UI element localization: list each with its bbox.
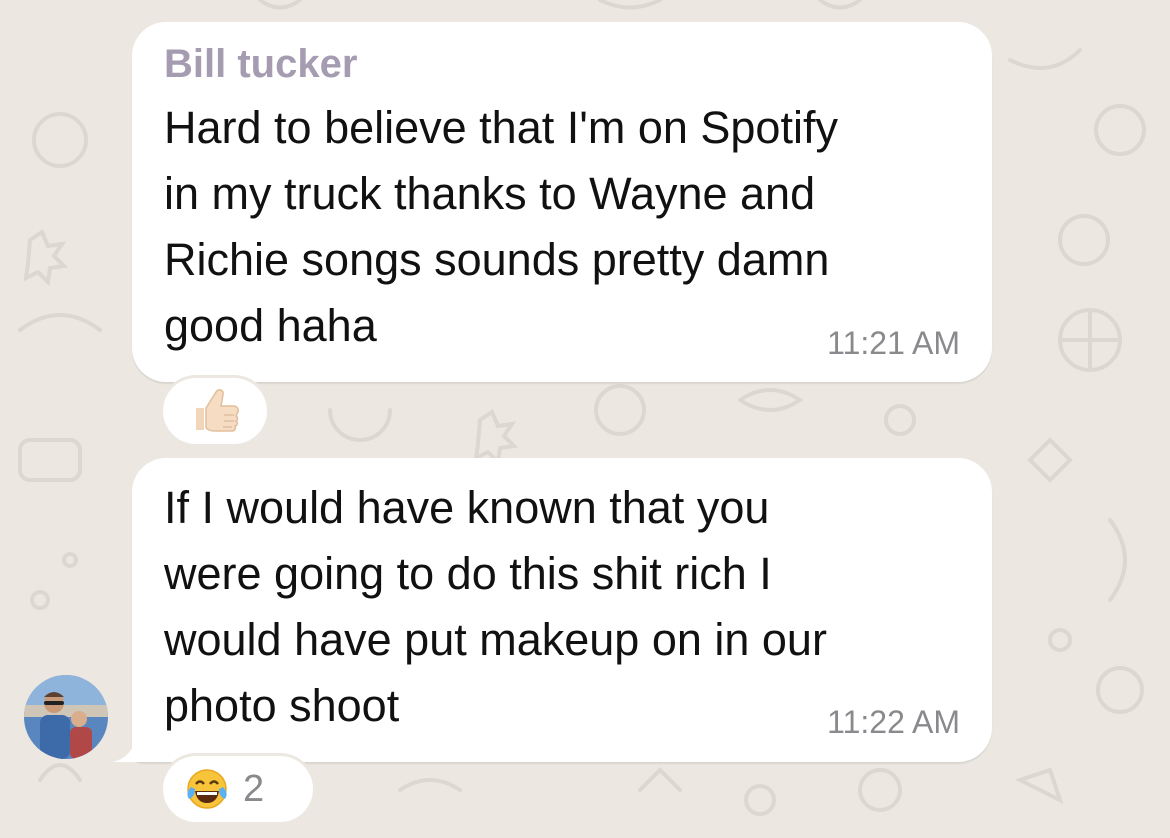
sender-avatar[interactable]	[24, 675, 108, 759]
message-bubble[interactable]: Bill tucker Hard to believe that I'm on …	[132, 22, 992, 382]
message-timestamp: 11:22 AM	[827, 704, 960, 740]
reaction-pill[interactable]	[163, 378, 267, 444]
message-line: good haha	[164, 300, 377, 351]
message-bubble[interactable]: If I would have known that you were goin…	[132, 458, 992, 762]
message-line: If I would have known that you	[164, 482, 770, 533]
sender-name[interactable]: Bill tucker	[164, 42, 357, 87]
bubble-tail	[112, 722, 152, 762]
reaction-count: 2	[243, 767, 265, 810]
message-line: would have put makeup on in our	[164, 614, 827, 665]
face-with-tears-of-joy-icon	[187, 769, 227, 809]
message-line: Richie songs sounds pretty damn	[164, 234, 830, 285]
message-line: photo shoot	[164, 680, 400, 731]
message-line: in my truck thanks to Wayne and	[164, 168, 816, 219]
message-text: If I would have known that you were goin…	[164, 475, 827, 739]
thumbs-up-icon	[196, 389, 239, 432]
avatar-photo	[24, 675, 108, 759]
message-text: Hard to believe that I'm on Spotify in m…	[164, 95, 838, 359]
message-line: were going to do this shit rich I	[164, 548, 772, 599]
reaction-pill[interactable]: 2	[163, 756, 313, 822]
message-timestamp: 11:21 AM	[827, 325, 960, 361]
message-line: Hard to believe that I'm on Spotify	[164, 102, 838, 153]
